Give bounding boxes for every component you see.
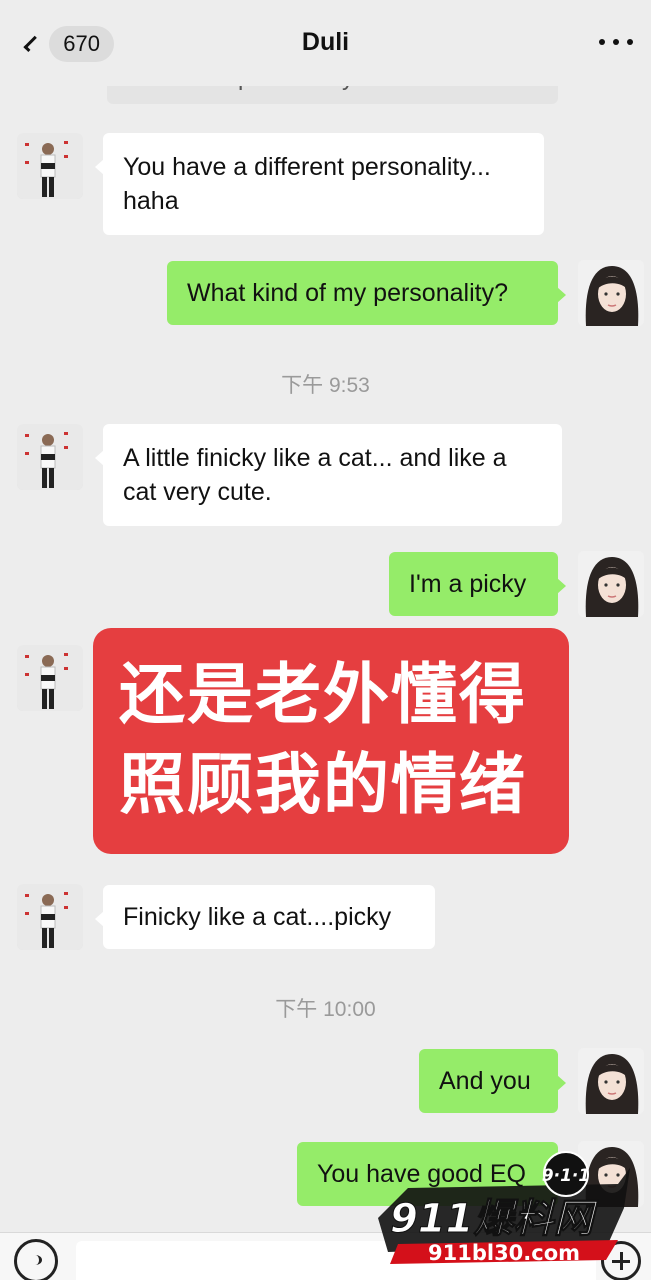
- contact-avatar[interactable]: [17, 645, 83, 711]
- overlay-caption-banner: 还是老外懂得 照顾我的情绪: [93, 628, 569, 854]
- self-avatar[interactable]: [578, 1048, 644, 1114]
- watermark-badge: 9·1·1: [542, 1166, 590, 1186]
- contact-avatar[interactable]: [17, 133, 83, 199]
- message-bubble-incoming[interactable]: You have a different personality... haha: [95, 133, 544, 235]
- timestamp: 下午 10:00: [275, 998, 376, 1021]
- message-bubble-outgoing[interactable]: I'm a picky: [389, 552, 566, 616]
- top-bar: 670 Duli: [0, 0, 651, 86]
- chat-screen: 670 Duli a different personality You hav…: [0, 0, 651, 1280]
- message-bubble-outgoing[interactable]: What kind of my personality?: [167, 261, 566, 325]
- watermark-brand: 911爆料网: [390, 1196, 599, 1242]
- message-bubble-incoming[interactable]: A little finicky like a cat... and like …: [95, 424, 562, 526]
- self-avatar[interactable]: [578, 260, 644, 326]
- message-bubble-incoming[interactable]: Finicky like a cat....picky: [95, 885, 435, 949]
- watermark-url: 911bl30.com: [428, 1241, 580, 1265]
- message-bubble-outgoing[interactable]: And you: [419, 1049, 566, 1113]
- more-options-icon[interactable]: [599, 32, 633, 52]
- watermark-logo: 9·1·1 911爆料网 911bl30.com: [368, 1148, 638, 1272]
- contact-avatar[interactable]: [17, 884, 83, 950]
- self-avatar[interactable]: [578, 551, 644, 617]
- voice-icon[interactable]: [14, 1239, 58, 1280]
- contact-avatar[interactable]: [17, 424, 83, 490]
- chat-title: Duli: [301, 28, 350, 56]
- timestamp: 下午 9:53: [281, 374, 370, 397]
